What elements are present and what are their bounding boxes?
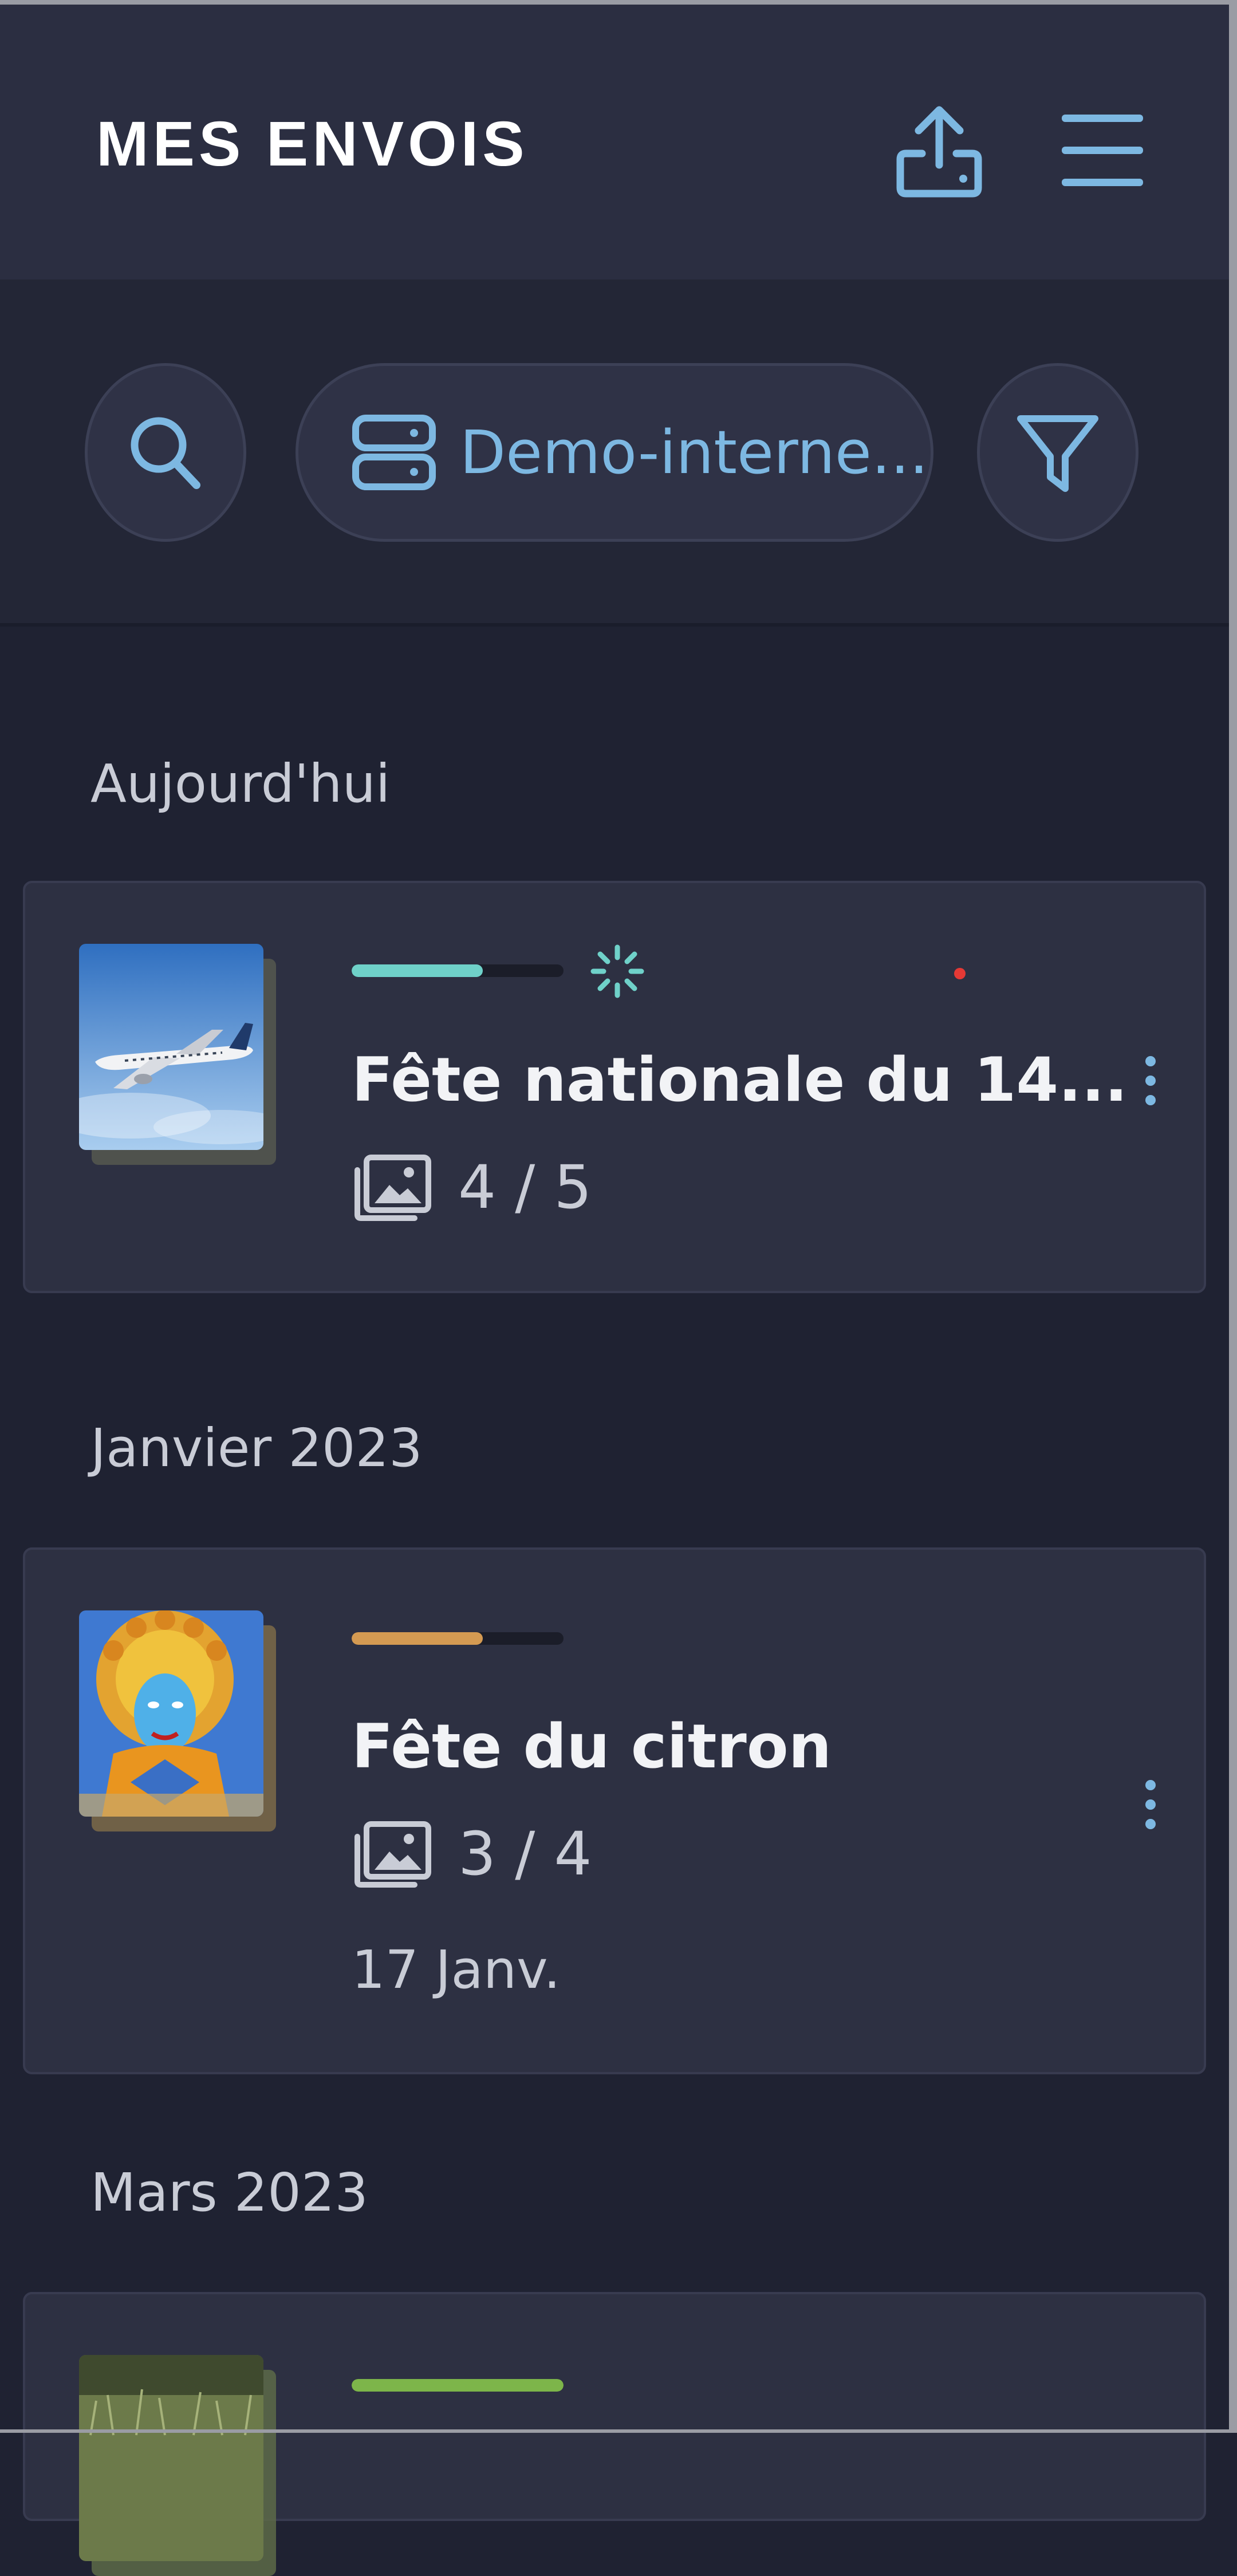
thumbnail-grass — [79, 2355, 263, 2561]
more-options-button[interactable] — [1125, 1038, 1176, 1124]
hamburger-menu-icon — [1062, 115, 1143, 186]
upload-progress-bar — [352, 1632, 564, 1645]
upload-progress-fill — [352, 1632, 483, 1645]
upload-progress-bar — [352, 2379, 564, 2392]
alert-indicator — [954, 968, 966, 979]
thumbnail-stack — [79, 1610, 276, 1831]
server-selector[interactable]: Demo-interne... — [296, 363, 933, 542]
upload-card[interactable] — [23, 2292, 1206, 2576]
upload-progress-fill — [352, 964, 483, 977]
card-title: Fête du citron — [352, 1711, 832, 1782]
thumbnail-airplane — [79, 944, 263, 1150]
menu-button[interactable] — [1059, 102, 1145, 199]
window-frame-bottom — [0, 2429, 1237, 2433]
more-options-button[interactable] — [1125, 1762, 1176, 1848]
photo-count-text: 4 / 5 — [458, 1152, 592, 1222]
search-button[interactable] — [85, 363, 246, 542]
upload-card[interactable]: Fête nationale du 14... 4 / 5 — [23, 881, 1206, 1293]
thumbnail-stack — [79, 2355, 276, 2576]
server-icon — [352, 415, 436, 490]
images-icon — [354, 1155, 431, 1221]
photo-count: 3 / 4 — [352, 1819, 592, 1889]
card-date: 17 Janv. — [352, 1939, 561, 2000]
thumbnail-citron-figure — [79, 1610, 263, 1817]
upload-progress-fill — [352, 2379, 564, 2392]
photo-count: 4 / 5 — [352, 1152, 592, 1222]
upload-card[interactable]: Fête du citron 3 / 4 17 Janv. — [23, 1547, 1206, 2074]
section-label: Mars 2023 — [90, 2162, 368, 2223]
section-label: Aujourd'hui — [90, 753, 391, 814]
toolbar: Demo-interne... — [0, 279, 1229, 627]
app-header: MES ENVOIS — [0, 5, 1229, 279]
filter-button[interactable] — [977, 363, 1138, 542]
section-label: Janvier 2023 — [90, 1417, 423, 1479]
images-icon — [354, 1821, 431, 1888]
filter-icon — [1017, 415, 1098, 492]
window-frame-top — [0, 0, 1237, 5]
page-title: MES ENVOIS — [96, 109, 529, 179]
loading-spinner-icon — [590, 944, 644, 998]
card-title: Fête nationale du 14... — [352, 1045, 1128, 1115]
upload-icon — [896, 106, 982, 198]
window-frame-right — [1229, 0, 1237, 2433]
upload-progress-bar — [352, 964, 564, 977]
upload-button[interactable] — [893, 102, 985, 199]
server-label: Demo-interne... — [460, 417, 929, 487]
search-icon — [131, 417, 200, 489]
thumbnail-stack — [79, 944, 276, 1165]
photo-count-text: 3 / 4 — [458, 1819, 592, 1889]
